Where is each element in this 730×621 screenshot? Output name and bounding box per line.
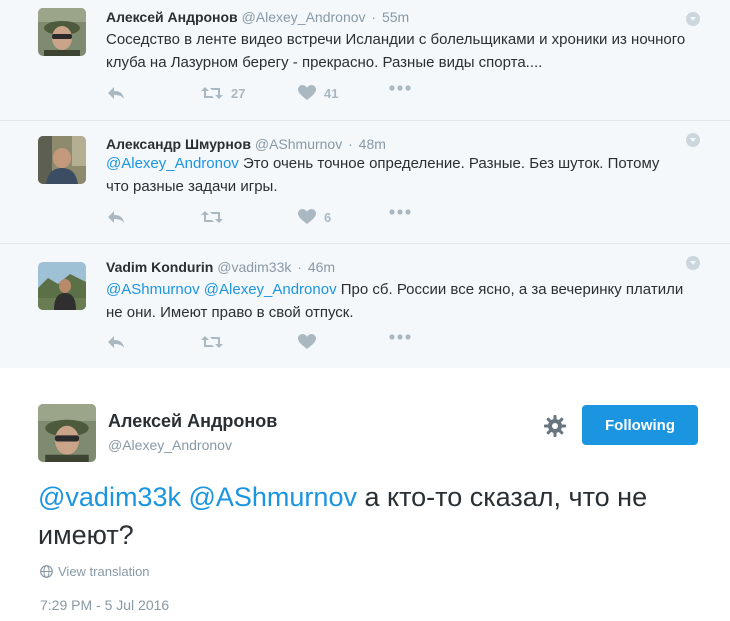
tweet-time[interactable]: 46m (308, 259, 335, 275)
gear-icon[interactable] (543, 414, 567, 438)
reply-tweet[interactable]: Александр Шмурнов @AShmurnov · 48m @Alex… (0, 121, 730, 244)
reply-button[interactable] (106, 334, 126, 350)
reply-button[interactable] (106, 209, 126, 225)
retweet-icon (201, 336, 223, 348)
author-handle[interactable]: @vadim33k (217, 259, 291, 275)
retweet-icon (201, 211, 223, 223)
reply-thread: Алексей Андронов @Alexey_Andronov · 55m … (0, 0, 730, 368)
tweet-text: Соседство в ленте видео встречи Исландии… (106, 28, 686, 74)
avatar[interactable] (38, 136, 86, 184)
avatar[interactable] (38, 262, 86, 310)
author-name[interactable]: Алексей Андронов (108, 411, 277, 432)
caret-down-icon[interactable] (686, 12, 700, 26)
reply-tweet[interactable]: Vadim Kondurin @vadim33k · 46m @AShmurno… (0, 244, 730, 368)
author-name[interactable]: Алексей Андронов (106, 9, 238, 25)
heart-icon (298, 334, 316, 349)
reply-icon (108, 211, 124, 223)
tweet-header: Алексей Андронов @Alexey_Andronov · 55m (106, 8, 409, 26)
mention-link[interactable]: @Alexey_Andronov (204, 281, 337, 298)
tweet-actions: 6 (106, 209, 426, 229)
author-handle[interactable]: @Alexey_Andronov (108, 437, 232, 453)
caret-down-icon[interactable] (686, 133, 700, 147)
tweet-text: @Alexey_Andronov Это очень точное опреде… (106, 152, 686, 198)
heart-icon (298, 209, 316, 224)
mention-link[interactable]: @AShmurnov (106, 281, 200, 298)
tweet-header: Александр Шмурнов @AShmurnov · 48m (106, 135, 386, 153)
like-button[interactable]: 41 (298, 85, 338, 101)
more-button[interactable] (389, 334, 411, 340)
tweet-text: @vadim33k @AShmurnov а кто-то сказал, чт… (38, 478, 698, 554)
like-button[interactable] (298, 334, 316, 350)
retweet-icon (201, 87, 223, 99)
view-translation-label: View translation (58, 564, 150, 579)
author-handle[interactable]: @AShmurnov (255, 136, 342, 152)
tweet-timestamp[interactable]: 7:29 PM - 5 Jul 2016 (40, 597, 169, 613)
caret-down-icon[interactable] (686, 256, 700, 270)
tweet-actions (106, 334, 426, 354)
retweet-count: 27 (231, 85, 246, 101)
tweet-actions: 27 41 (106, 85, 426, 105)
tweet-header: Vadim Kondurin @vadim33k · 46m (106, 258, 335, 276)
avatar[interactable] (38, 8, 86, 56)
more-button[interactable] (389, 209, 411, 215)
main-tweet: Алексей Андронов @Alexey_Andronov Follow… (0, 368, 730, 621)
separator-dot: · (348, 136, 353, 152)
mention-link[interactable]: @Alexey_Andronov (106, 155, 239, 172)
retweet-button[interactable]: 27 (201, 85, 245, 101)
like-button[interactable]: 6 (298, 209, 331, 225)
tweet-time[interactable]: 55m (382, 9, 409, 25)
reply-button[interactable] (106, 85, 126, 101)
heart-icon (298, 85, 316, 100)
following-button[interactable]: Following (582, 405, 698, 445)
reply-icon (108, 336, 124, 348)
more-icon (389, 85, 411, 91)
retweet-button[interactable] (201, 334, 223, 350)
view-translation-link[interactable]: View translation (40, 564, 150, 579)
reply-icon (108, 87, 124, 99)
retweet-button[interactable] (201, 209, 223, 225)
like-count: 41 (324, 85, 339, 101)
separator-dot: · (371, 9, 377, 25)
avatar[interactable] (38, 404, 96, 462)
author-handle[interactable]: @Alexey_Andronov (242, 9, 366, 25)
reply-tweet[interactable]: Алексей Андронов @Alexey_Andronov · 55m … (0, 0, 730, 121)
tweet-text: @AShmurnov @Alexey_Andronov Про сб. Росс… (106, 278, 686, 324)
more-icon (389, 334, 411, 340)
more-icon (389, 209, 411, 215)
more-button[interactable] (389, 85, 411, 91)
separator-dot: · (297, 259, 302, 275)
author-name[interactable]: Vadim Kondurin (106, 259, 213, 275)
globe-icon (40, 565, 53, 578)
like-count: 6 (324, 209, 332, 225)
author-name[interactable]: Александр Шмурнов (106, 136, 251, 152)
mention-link[interactable]: @vadim33k (38, 482, 181, 512)
tweet-text-segment: Соседство в ленте видео встречи Исландии… (106, 31, 686, 71)
mention-link[interactable]: @AShmurnov (188, 482, 356, 512)
tweet-time[interactable]: 48m (359, 136, 386, 152)
